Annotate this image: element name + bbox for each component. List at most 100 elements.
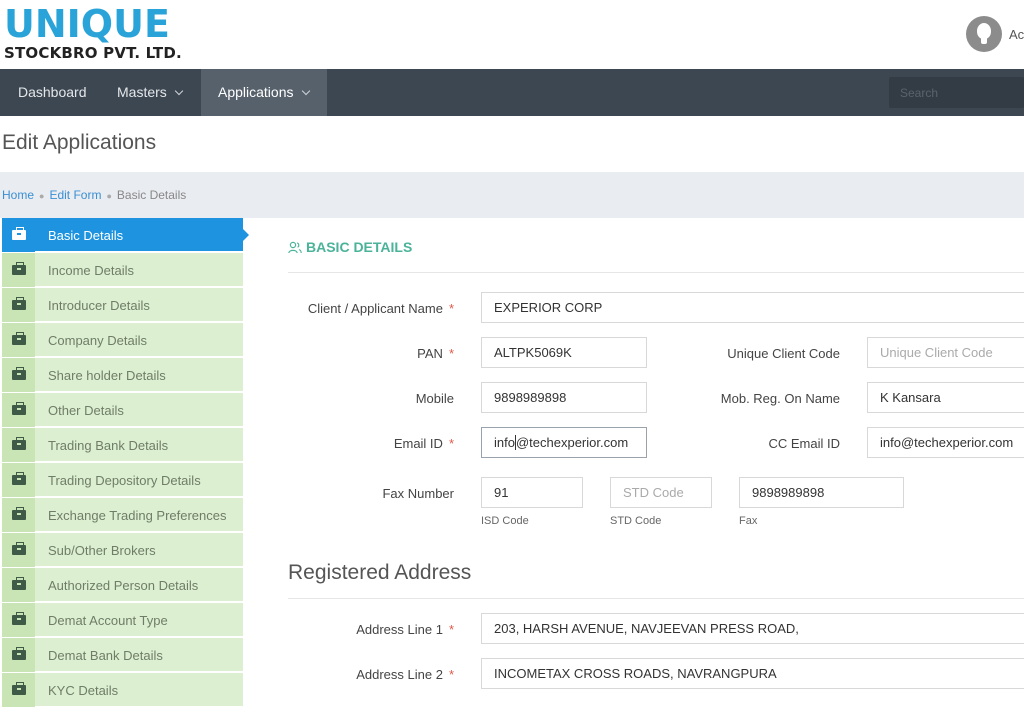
sidebar-item-label: Introducer Details	[48, 298, 150, 313]
sidebar-item-other-details[interactable]: Other Details	[2, 393, 243, 427]
cc-email-input[interactable]: info@techexperior.com	[867, 427, 1024, 458]
basic-details-panel: BASIC DETAILS Client / Applicant Name * E…	[270, 218, 1024, 698]
fax-number-label: Fax Number	[382, 486, 454, 501]
sidebar-item-income-details[interactable]: Income Details	[2, 253, 243, 287]
sidebar-item-shareholder-details[interactable]: Share holder Details	[2, 358, 243, 392]
sidebar-item-basic-details[interactable]: Basic Details	[2, 218, 249, 252]
sidebar-item-label: KYC Details	[48, 683, 119, 698]
briefcase-icon	[12, 542, 26, 555]
address-line-1-label: Address Line 1 *	[356, 622, 454, 637]
brand-logo[interactable]: UNIQUE STOCKBRO PVT. LTD.	[4, 4, 182, 61]
search-input[interactable]	[889, 77, 1024, 108]
breadcrumb-current: Basic Details	[116, 188, 187, 202]
pan-label: PAN *	[417, 346, 454, 361]
breadcrumb-separator-icon: ●	[106, 191, 112, 201]
nav-masters[interactable]: Masters	[117, 69, 184, 116]
briefcase-icon	[12, 262, 26, 275]
email-label: Email ID *	[393, 436, 454, 451]
sidebar-item-label: Demat Bank Details	[48, 648, 163, 663]
registered-address-title: Registered Address	[288, 561, 472, 584]
main-navbar: Dashboard Masters Applications	[0, 69, 1024, 116]
std-code-input[interactable]: STD Code	[610, 477, 712, 508]
divider	[288, 272, 1024, 273]
address-line-2-label: Address Line 2 *	[356, 667, 454, 682]
fax-caption: Fax	[739, 515, 758, 527]
sidebar-item-company-details[interactable]: Company Details	[2, 323, 243, 357]
briefcase-icon	[12, 332, 26, 345]
briefcase-icon	[12, 577, 26, 590]
breadcrumb-edit-form[interactable]: Edit Form	[49, 188, 101, 202]
nav-dashboard-label: Dashboard	[18, 84, 87, 100]
std-code-caption: STD Code	[610, 515, 662, 527]
briefcase-icon	[12, 472, 26, 485]
sidebar-item-label: Trading Bank Details	[48, 438, 169, 453]
sidebar-item-label: Company Details	[48, 333, 147, 348]
address-line-2-input[interactable]: INCOMETAX CROSS ROADS, NAVRANGPURA	[481, 658, 1024, 689]
user-avatar-icon[interactable]	[966, 16, 1002, 52]
sidebar-item-label: Authorized Person Details	[48, 578, 199, 593]
breadcrumb: Home ● Edit Form ● Basic Details	[2, 188, 186, 202]
briefcase-icon	[12, 367, 26, 380]
sidebar-item-authorized-person-details[interactable]: Authorized Person Details	[2, 568, 243, 602]
fax-input[interactable]: 9898989898	[739, 477, 904, 508]
chevron-down-icon	[301, 86, 310, 96]
divider	[288, 598, 1024, 599]
mobile-input[interactable]: 9898989898	[481, 382, 647, 413]
briefcase-icon	[12, 612, 26, 625]
nav-masters-label: Masters	[117, 84, 167, 100]
page-title: Edit Applications	[2, 131, 157, 154]
isd-code-caption: ISD Code	[481, 515, 529, 527]
unique-client-code-input[interactable]: Unique Client Code	[867, 337, 1024, 368]
sidebar-item-trading-depository-details[interactable]: Trading Depository Details	[2, 463, 243, 497]
user-name[interactable]: Ac	[1009, 27, 1024, 42]
users-icon	[288, 241, 302, 254]
mob-reg-name-label: Mob. Reg. On Name	[720, 391, 840, 406]
section-title-text: BASIC DETAILS	[306, 239, 413, 255]
nav-dashboard[interactable]: Dashboard	[18, 69, 87, 116]
briefcase-icon	[12, 437, 26, 450]
form-sections-sidebar: Basic Details Income Details Introducer …	[2, 218, 249, 707]
breadcrumb-bar: Home ● Edit Form ● Basic Details	[0, 172, 1024, 218]
section-title: BASIC DETAILS	[288, 239, 412, 255]
nav-applications[interactable]: Applications	[201, 69, 327, 116]
breadcrumb-home[interactable]: Home	[2, 188, 34, 202]
nav-applications-label: Applications	[218, 84, 294, 100]
sidebar-item-trading-bank-details[interactable]: Trading Bank Details	[2, 428, 243, 462]
header: UNIQUE STOCKBRO PVT. LTD. Ac	[0, 0, 1024, 69]
briefcase-icon	[12, 227, 26, 240]
sidebar-item-demat-bank-details[interactable]: Demat Bank Details	[2, 638, 243, 672]
sidebar-item-exchange-trading-preferences[interactable]: Exchange Trading Preferences	[2, 498, 243, 532]
email-input[interactable]: info@techexperior.com	[481, 427, 647, 458]
breadcrumb-separator-icon: ●	[39, 191, 45, 201]
briefcase-icon	[12, 402, 26, 415]
sidebar-item-label: Share holder Details	[48, 368, 166, 383]
brand-name: UNIQUE	[4, 2, 170, 46]
mobile-label: Mobile	[415, 391, 454, 406]
pan-input[interactable]: ALTPK5069K	[481, 337, 647, 368]
sidebar-item-label: Sub/Other Brokers	[48, 543, 156, 558]
sidebar-item-label: Basic Details	[48, 228, 124, 243]
cc-email-label: CC Email ID	[768, 436, 840, 451]
briefcase-icon	[12, 682, 26, 695]
sidebar-item-sub-other-brokers[interactable]: Sub/Other Brokers	[2, 533, 243, 567]
sidebar-item-introducer-details[interactable]: Introducer Details	[2, 288, 243, 322]
sidebar-item-kyc-details[interactable]: KYC Details	[2, 673, 243, 707]
sidebar-item-label: Trading Depository Details	[48, 473, 201, 488]
briefcase-icon	[12, 297, 26, 310]
briefcase-icon	[12, 507, 26, 520]
isd-code-input[interactable]: 91	[481, 477, 583, 508]
sidebar-item-label: Exchange Trading Preferences	[48, 508, 227, 523]
client-name-input[interactable]: EXPERIOR CORP	[481, 292, 1024, 323]
unique-client-code-label: Unique Client Code	[727, 346, 840, 361]
brand-tagline: STOCKBRO PVT. LTD.	[4, 44, 182, 62]
mob-reg-name-input[interactable]: K Kansara	[867, 382, 1024, 413]
chevron-down-icon	[174, 86, 184, 96]
sidebar-item-label: Income Details	[48, 263, 134, 278]
sidebar-item-label: Other Details	[48, 403, 124, 418]
briefcase-icon	[12, 647, 26, 660]
address-line-1-input[interactable]: 203, HARSH AVENUE, NAVJEEVAN PRESS ROAD,	[481, 613, 1024, 644]
client-name-label: Client / Applicant Name *	[307, 301, 454, 316]
sidebar-item-demat-account-type[interactable]: Demat Account Type	[2, 603, 243, 637]
sidebar-item-label: Demat Account Type	[48, 613, 168, 628]
search-box[interactable]	[889, 77, 1024, 108]
